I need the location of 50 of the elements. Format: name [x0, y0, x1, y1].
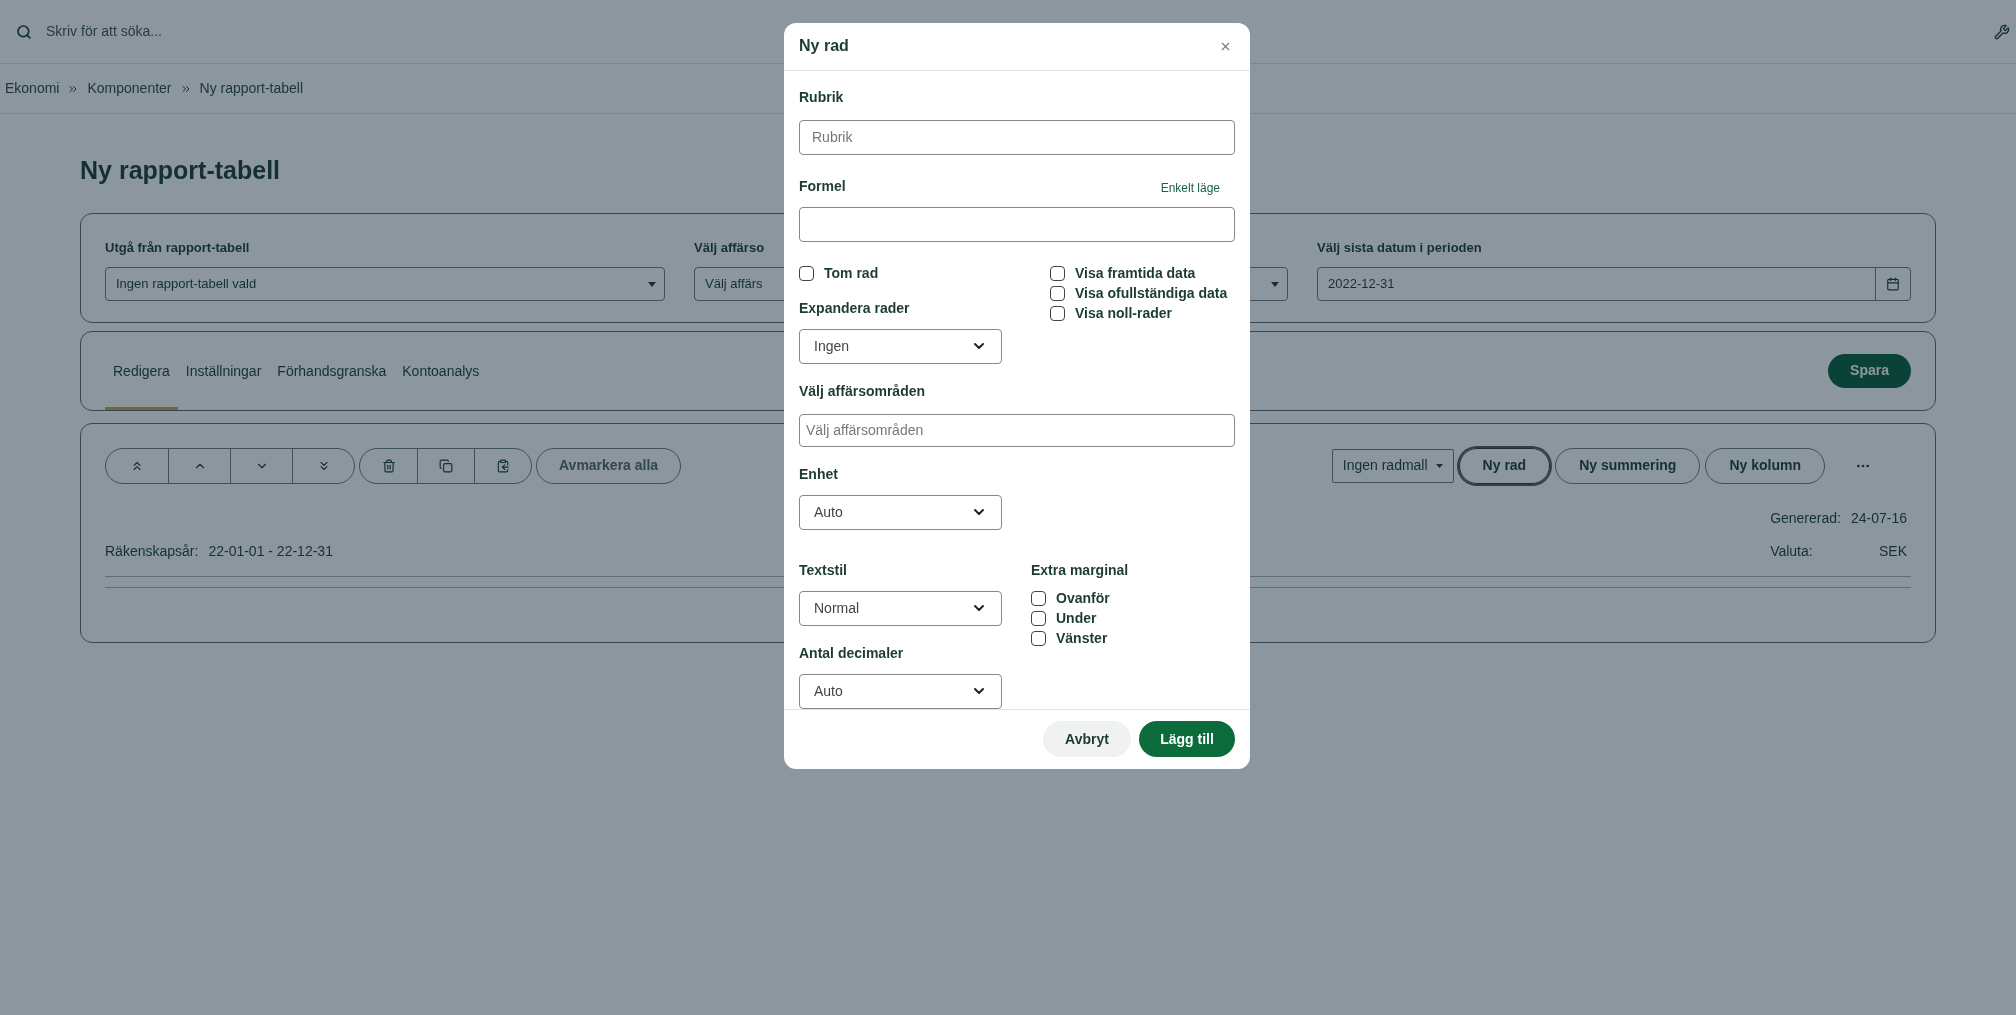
- field-label: Antal decimaler: [799, 643, 905, 663]
- field-label: Enhet: [799, 464, 839, 484]
- template-select[interactable]: Ingen radmall: [1331, 448, 1454, 483]
- decimals-select[interactable]: Auto: [799, 673, 1002, 709]
- field-value: 2022-12-31: [1328, 276, 1395, 292]
- tab[interactable]: Inställningar: [177, 331, 270, 410]
- info-value: SEK: [1878, 541, 1907, 561]
- field-value: Välj affärs: [705, 276, 763, 292]
- info-label: Genererad:: [1770, 508, 1841, 528]
- dialog-title: Ny rad: [799, 36, 849, 57]
- text-style-select[interactable]: Normal: [799, 590, 1002, 626]
- checkbox-label: Visa framtida data: [1075, 264, 1196, 284]
- checkbox-label: Tom rad: [824, 264, 879, 284]
- field-label: Välj sista datum i perioden: [1317, 238, 1482, 257]
- date-field[interactable]: 2022-12-31: [1317, 267, 1911, 301]
- business-areas-input[interactable]: Välj affärsområden: [799, 413, 1235, 447]
- toolbar-button[interactable]: Ny rad: [1458, 447, 1551, 484]
- info-label: Räkenskapsår:: [105, 541, 199, 561]
- field-label: Expandera rader: [799, 298, 911, 318]
- field-label: Välj affärso: [694, 238, 765, 257]
- field-label: Utgå från rapport-tabell: [105, 238, 250, 257]
- tab[interactable]: Redigera: [105, 331, 178, 410]
- select-field[interactable]: Ingen rapport-tabell vald: [105, 267, 665, 301]
- tab[interactable]: Kontoanalys: [394, 331, 488, 410]
- field-label: Rubrik: [799, 87, 845, 107]
- checkbox-label: Vänster: [1056, 629, 1108, 649]
- simple-mode-link[interactable]: Enkelt läge: [1160, 178, 1220, 197]
- field-value: Ingen rapport-tabell vald: [116, 276, 257, 292]
- info-value: 24-07-16: [1850, 508, 1907, 528]
- field-label: Formel: [799, 176, 846, 196]
- checkbox-label: Under: [1056, 609, 1097, 629]
- checkbox-label: Visa noll-rader: [1075, 304, 1172, 324]
- save-button[interactable]: Spara: [1828, 353, 1911, 388]
- checkbox-label: Visa ofullständiga data: [1075, 284, 1228, 304]
- breadcrumb-link[interactable]: Ny rapport-tabell: [199, 78, 304, 99]
- page-title: Ny rapport-tabell: [80, 155, 281, 186]
- field-label: Extra marginal: [1031, 560, 1130, 580]
- checkbox-label: Ovanför: [1056, 589, 1110, 609]
- add-button[interactable]: Lägg till: [1139, 721, 1235, 758]
- unit-select[interactable]: Auto: [799, 494, 1002, 530]
- heading-input[interactable]: Rubrik: [799, 119, 1235, 155]
- cancel-button[interactable]: Avbryt: [1043, 721, 1131, 758]
- tab[interactable]: Förhandsgranska: [269, 331, 395, 410]
- breadcrumb-link[interactable]: Ekonomi: [5, 78, 60, 99]
- expand-rows-select[interactable]: Ingen: [799, 328, 1002, 364]
- info-label: Valuta:: [1770, 541, 1814, 561]
- field-label: Textstil: [799, 560, 848, 580]
- info-value: 22-01-01 - 22-12-31: [208, 541, 333, 561]
- breadcrumb-link[interactable]: Komponenter: [87, 78, 172, 99]
- field-label: Välj affärsområden: [799, 381, 927, 401]
